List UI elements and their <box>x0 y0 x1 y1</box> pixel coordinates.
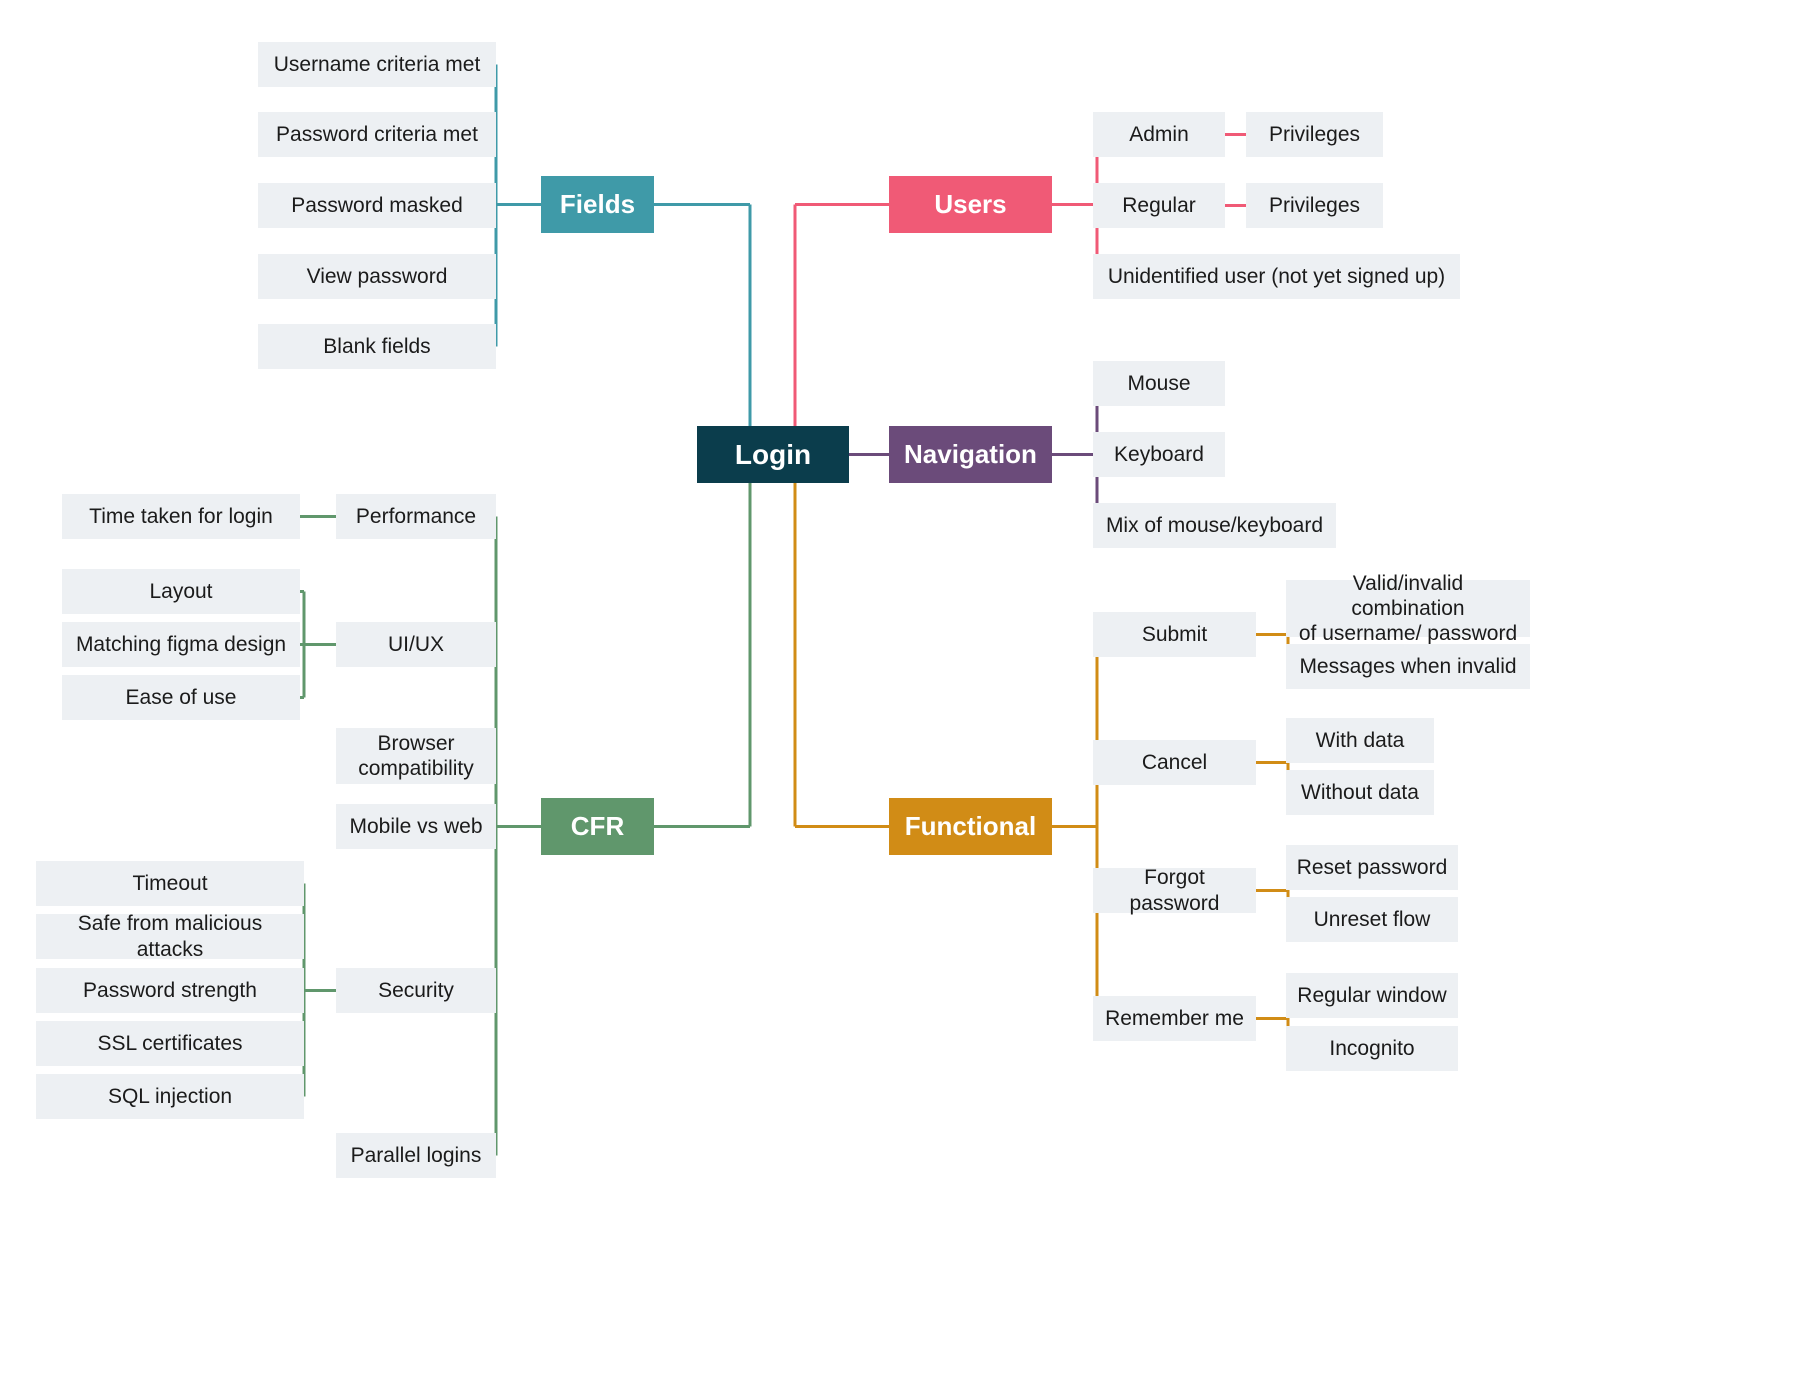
leaf-node-remember-me[interactable]: Remember me <box>1093 996 1256 1041</box>
leaf-node-safe-from-malicious-attacks[interactable]: Safe from malicious attacks <box>36 912 304 961</box>
leaf-node-keyboard[interactable]: Keyboard <box>1093 432 1225 477</box>
root-node-login[interactable]: Login <box>697 426 849 483</box>
leaf-node-reset-password[interactable]: Reset password <box>1286 845 1458 890</box>
leaf-node-mix-of-mouse-keyboard[interactable]: Mix of mouse/keyboard <box>1093 503 1336 548</box>
leaf-node-timeout[interactable]: Timeout <box>36 861 304 906</box>
leaf-node-performance[interactable]: Performance <box>336 494 496 539</box>
leaf-node-unreset-flow[interactable]: Unreset flow <box>1286 897 1458 942</box>
leaf-node-password-criteria-met[interactable]: Password criteria met <box>258 112 496 157</box>
leaf-node-admin[interactable]: Admin <box>1093 112 1225 157</box>
leaf-node-submit[interactable]: Submit <box>1093 612 1256 657</box>
leaf-node-ssl-certificates[interactable]: SSL certificates <box>36 1021 304 1066</box>
leaf-node-sql-injection[interactable]: SQL injection <box>36 1074 304 1119</box>
leaf-node-incognito[interactable]: Incognito <box>1286 1026 1458 1071</box>
leaf-node-layout[interactable]: Layout <box>62 569 300 614</box>
leaf-node-ease-of-use[interactable]: Ease of use <box>62 675 300 720</box>
branch-node-functional[interactable]: Functional <box>889 798 1052 855</box>
leaf-node-messages-when-invalid[interactable]: Messages when invalid <box>1286 644 1530 689</box>
branch-node-cfr[interactable]: CFR <box>541 798 654 855</box>
leaf-node-privileges[interactable]: Privileges <box>1246 183 1383 228</box>
leaf-node-view-password[interactable]: View password <box>258 254 496 299</box>
leaf-node-forgot-password[interactable]: Forgot password <box>1093 866 1256 915</box>
mindmap-canvas: Login Fields Username criteria met Password… <box>0 0 1800 1400</box>
leaf-node-security[interactable]: Security <box>336 968 496 1013</box>
leaf-node-without-data[interactable]: Without data <box>1286 770 1434 815</box>
leaf-node-cancel[interactable]: Cancel <box>1093 740 1256 785</box>
leaf-node-time-taken-for-login[interactable]: Time taken for login <box>62 494 300 539</box>
leaf-node-username-criteria-met[interactable]: Username criteria met <box>258 42 496 87</box>
leaf-node-privileges[interactable]: Privileges <box>1246 112 1383 157</box>
leaf-node-mouse[interactable]: Mouse <box>1093 361 1225 406</box>
leaf-node-matching-figma-design[interactable]: Matching figma design <box>62 622 300 667</box>
leaf-node-password-masked[interactable]: Password masked <box>258 183 496 228</box>
leaf-node-regular-window[interactable]: Regular window <box>1286 973 1458 1018</box>
leaf-node-with-data[interactable]: With data <box>1286 718 1434 763</box>
branch-node-navigation[interactable]: Navigation <box>889 426 1052 483</box>
leaf-node-unidentified-user-not-yet-signed-up[interactable]: Unidentified user (not yet signed up) <box>1093 254 1460 299</box>
branch-node-fields[interactable]: Fields <box>541 176 654 233</box>
leaf-node-blank-fields[interactable]: Blank fields <box>258 324 496 369</box>
branch-node-users[interactable]: Users <box>889 176 1052 233</box>
leaf-node-password-strength[interactable]: Password strength <box>36 968 304 1013</box>
leaf-node-browser-compatibility[interactable]: Browser compatibility <box>336 728 496 784</box>
leaf-node-ui-ux[interactable]: UI/UX <box>336 622 496 667</box>
leaf-node-regular[interactable]: Regular <box>1093 183 1225 228</box>
leaf-node-mobile-vs-web[interactable]: Mobile vs web <box>336 804 496 849</box>
leaf-node-parallel-logins[interactable]: Parallel logins <box>336 1133 496 1178</box>
leaf-node-valid-invalid-combination-of-username-password[interactable]: Valid/invalid combination of username/ p… <box>1286 572 1530 645</box>
